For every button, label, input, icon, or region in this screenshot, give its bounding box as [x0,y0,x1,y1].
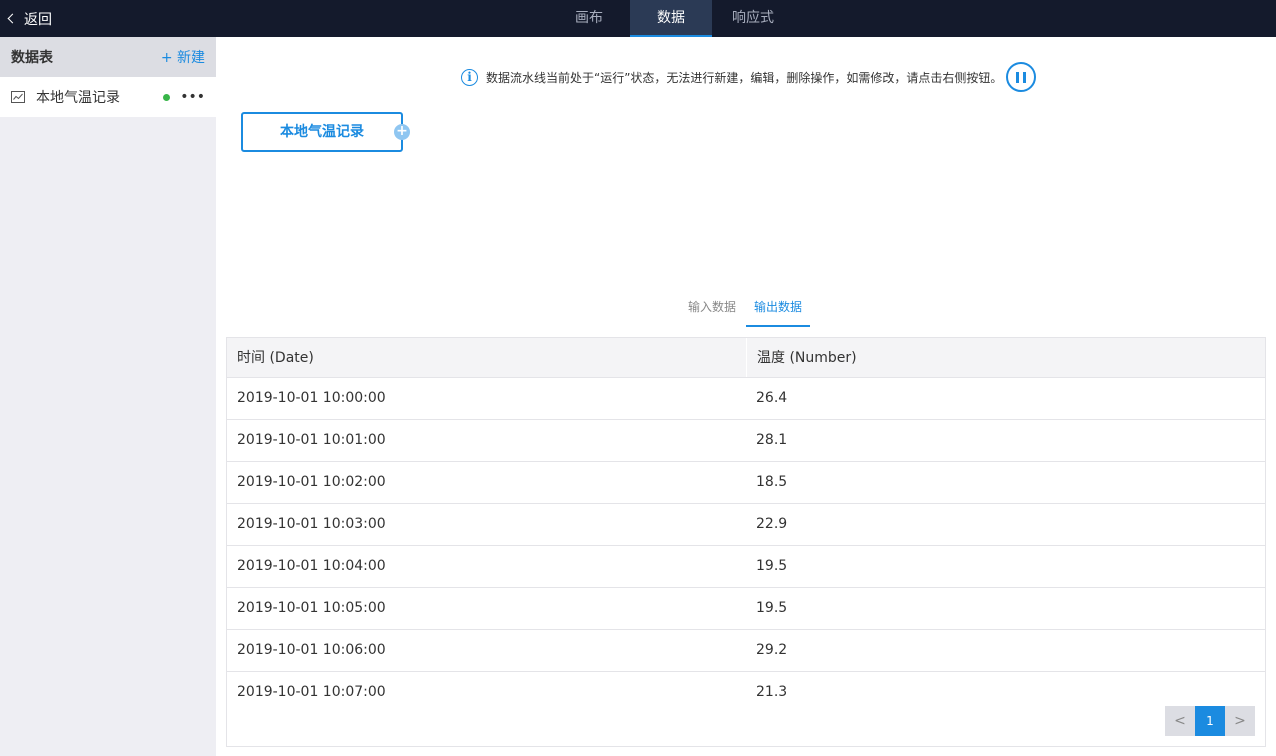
node-add-icon[interactable]: + [394,124,410,140]
pause-bar-right [1023,71,1027,83]
page-1-button[interactable]: 1 [1195,706,1225,736]
line-chart-icon [11,91,25,103]
pagination: < 1 > [1165,706,1255,736]
cell-temperature: 28.1 [756,432,788,448]
notice-text: 数据流水线当前处于“运行”状态，无法进行新建，编辑，删除操作，如需修改，请点击右… [486,70,1003,85]
column-header-date: 时间 (Date) [237,350,314,366]
info-icon: i [461,68,478,86]
sidebar-item-local-temperature[interactable]: 本地气温记录 ••• [0,77,216,117]
data-table: 时间 (Date) 温度 (Number) 2019-10-01 10:00:0… [226,337,1266,747]
tab-canvas[interactable]: 画布 [548,0,630,37]
more-options-icon[interactable]: ••• [180,90,205,104]
table-row: 2019-10-01 10:07:00 21.3 [227,672,1265,696]
table-row: 2019-10-01 10:02:00 18.5 [227,462,1265,504]
cell-date: 2019-10-01 10:06:00 [237,642,386,658]
cell-temperature: 18.5 [756,474,788,490]
tab-data[interactable]: 数据 [630,0,712,37]
tab-responsive[interactable]: 响应式 [712,0,794,37]
table-header: 时间 (Date) 温度 (Number) [227,338,1265,378]
cell-temperature: 29.2 [756,642,788,658]
mode-tabs: 画布 数据 响应式 [548,0,794,37]
cell-date: 2019-10-01 10:01:00 [237,432,386,448]
cell-date: 2019-10-01 10:00:00 [237,390,386,406]
sidebar: 数据表 + 新建 本地气温记录 ••• [0,37,216,756]
table-row: 2019-10-01 10:01:00 28.1 [227,420,1265,462]
cell-temperature: 19.5 [756,600,788,616]
sidebar-item-label: 本地气温记录 [36,90,120,106]
data-tabs: 输入数据 输出数据 [680,291,812,327]
pause-bar-left [1016,71,1020,83]
cell-temperature: 19.5 [756,558,788,574]
cell-temperature: 22.9 [756,516,788,532]
table-body[interactable]: 2019-10-01 10:00:00 26.4 2019-10-01 10:0… [227,378,1265,696]
sidebar-header: 数据表 + 新建 [0,37,216,77]
status-notice: i 数据流水线当前处于“运行”状态，无法进行新建，编辑，删除操作，如需修改，请点… [461,62,1037,92]
main-area: i 数据流水线当前处于“运行”状态，无法进行新建，编辑，删除操作，如需修改，请点… [216,37,1276,756]
next-page-button[interactable]: > [1225,706,1255,736]
tab-output-data[interactable]: 输出数据 [746,291,811,327]
cell-temperature: 26.4 [756,390,788,406]
cell-date: 2019-10-01 10:03:00 [237,516,386,532]
pause-button[interactable] [1006,62,1037,92]
chevron-left-icon [7,13,18,24]
table-row: 2019-10-01 10:04:00 19.5 [227,546,1265,588]
new-table-button[interactable]: + 新建 [161,47,205,67]
cell-temperature: 21.3 [756,684,788,696]
column-header-temperature: 温度 (Number) [746,338,1265,377]
table-row: 2019-10-01 10:06:00 29.2 [227,630,1265,672]
cell-date: 2019-10-01 10:04:00 [237,558,386,574]
pipeline-node[interactable]: 本地气温记录 [241,112,403,152]
sidebar-title: 数据表 [11,50,53,66]
table-row: 2019-10-01 10:00:00 26.4 [227,378,1265,420]
back-label: 返回 [24,11,52,28]
back-button[interactable]: 返回 [6,0,52,37]
table-row: 2019-10-01 10:05:00 19.5 [227,588,1265,630]
prev-page-button[interactable]: < [1165,706,1195,736]
table-row: 2019-10-01 10:03:00 22.9 [227,504,1265,546]
status-dot [163,93,171,101]
cell-date: 2019-10-01 10:05:00 [237,600,386,616]
cell-date: 2019-10-01 10:02:00 [237,474,386,490]
cell-date: 2019-10-01 10:07:00 [237,684,386,696]
top-bar: 返回 画布 数据 响应式 [0,0,1276,37]
tab-input-data[interactable]: 输入数据 [680,291,744,327]
